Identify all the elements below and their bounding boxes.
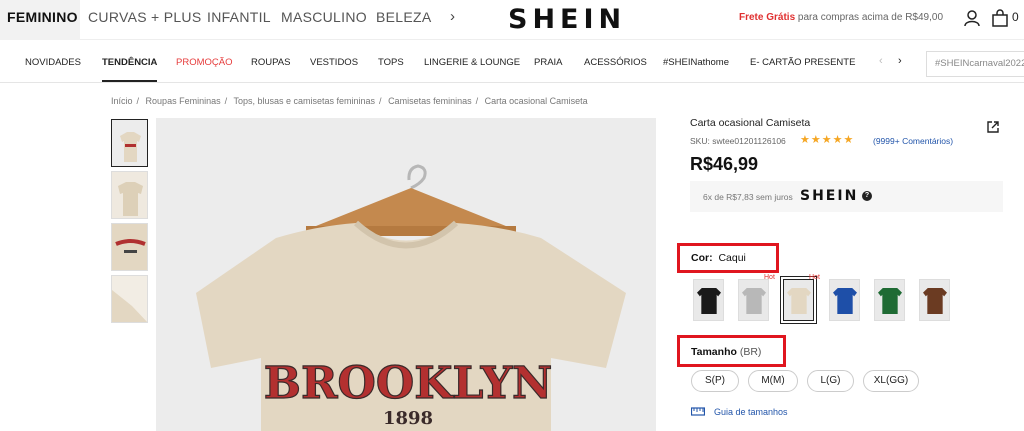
thumbnail-2[interactable] — [111, 171, 148, 219]
nav-roupas[interactable]: ROUPAS — [251, 57, 290, 68]
reviews-link[interactable]: (9999+ Comentários) — [873, 136, 953, 146]
chevron-right-icon[interactable]: › — [450, 8, 455, 25]
color-swatch-verde[interactable] — [874, 279, 905, 321]
nav-tendencia[interactable]: TENDÊNCIA — [102, 57, 158, 82]
shirt-icon — [742, 288, 766, 314]
installment-shein-logo: SHEIN — [800, 188, 859, 204]
color-swatch-cinza[interactable] — [738, 279, 769, 321]
rating-stars: ★★★★★ — [800, 134, 855, 146]
hot-badge: Hot — [764, 274, 775, 281]
size-guide-link[interactable]: Guia de tamanhos — [714, 407, 788, 417]
bag-icon[interactable] — [991, 9, 1009, 27]
breadcrumb-tops-blusas[interactable]: Tops, blusas e camisetas femininas — [233, 96, 375, 106]
shirt-icon — [923, 288, 947, 314]
size-option-mm[interactable]: M(M) — [748, 370, 798, 392]
nav-left-arrow-icon[interactable]: ‹ — [879, 55, 883, 67]
color-swatch-azul[interactable] — [829, 279, 860, 321]
nav-promocao[interactable]: PROMOÇÃO — [176, 57, 232, 68]
category-beleza[interactable]: BELEZA — [376, 9, 432, 25]
breadcrumb: Início / Roupas Femininas / Tops, blusas e… — [111, 96, 588, 106]
ruler-icon[interactable] — [691, 406, 705, 416]
thumbnail-1[interactable] — [111, 119, 148, 167]
color-label-row: Cor: Caqui — [691, 252, 746, 264]
breadcrumb-roupas-femininas[interactable]: Roupas Femininas — [146, 96, 221, 106]
nav-sheinathome[interactable]: #SHEINathome — [663, 57, 729, 68]
installment-box: 6x de R$7,83 sem juros SHEIN ? — [690, 181, 1003, 212]
shein-logo[interactable]: SHEIN — [508, 4, 626, 35]
category-feminino[interactable]: FEMININO — [7, 9, 78, 25]
nav-vestidos[interactable]: VESTIDOS — [310, 57, 358, 68]
shipping-text: para compras acima de R$49,00 — [797, 12, 943, 23]
shirt-icon — [697, 288, 721, 314]
help-icon[interactable]: ? — [862, 191, 872, 201]
print-year-text: 1898 — [383, 408, 433, 429]
nav-praia[interactable]: PRAIA — [534, 57, 563, 68]
shipping-banner: Frete Grátis para compras acima de R$49,… — [739, 12, 943, 23]
user-icon[interactable] — [963, 9, 981, 27]
thumbnail-4[interactable] — [111, 275, 148, 323]
color-swatch-marrom[interactable] — [919, 279, 950, 321]
product-price: R$46,99 — [690, 154, 759, 174]
category-masculino[interactable]: MASCULINO — [281, 9, 367, 25]
size-option-lg[interactable]: L(G) — [807, 370, 854, 392]
size-option-sp[interactable]: S(P) — [691, 370, 739, 392]
shipping-highlight: Frete Grátis — [739, 12, 796, 23]
thumbnail-3[interactable] — [111, 223, 148, 271]
top-bar: FEMININO CURVAS + PLUS INFANTIL MASCULIN… — [0, 0, 1024, 40]
search-input[interactable]: #SHEINcarnaval2022 — [926, 51, 1024, 77]
category-infantil[interactable]: INFANTIL — [207, 9, 271, 25]
size-unit: (BR) — [739, 346, 762, 358]
nav-tops[interactable]: TOPS — [378, 57, 404, 68]
nav-cartao-presente[interactable]: E- CARTÃO PRESENTE — [750, 57, 855, 68]
breadcrumb-current: Carta ocasional Camiseta — [484, 96, 588, 106]
product-sku: SKU: swtee01201126106 — [690, 136, 786, 146]
installment-text: 6x de R$7,83 sem juros — [703, 192, 793, 202]
product-main-image[interactable]: BROOKLYN 1898 — [156, 118, 656, 431]
print-brooklyn-text: BROOKLYN — [264, 358, 552, 409]
nav-acessorios[interactable]: ACESSÓRIOS — [584, 57, 647, 68]
shirt-icon — [787, 288, 811, 314]
color-label: Cor: — [691, 252, 713, 264]
cart-count: 0 — [1012, 10, 1019, 24]
nav-novidades[interactable]: NOVIDADES — [25, 57, 81, 68]
shirt-icon — [833, 288, 857, 314]
nav-lingerie-lounge[interactable]: LINGERIE & LOUNGE — [424, 57, 520, 68]
breadcrumb-inicio[interactable]: Início — [111, 96, 133, 106]
category-curvas-plus[interactable]: CURVAS + PLUS — [88, 9, 201, 25]
color-value: Caqui — [718, 252, 746, 264]
size-label: Tamanho — [691, 346, 737, 358]
share-icon[interactable] — [986, 120, 1000, 134]
nav-right-arrow-icon[interactable]: › — [898, 55, 902, 67]
breadcrumb-camisetas[interactable]: Camisetas femininas — [388, 96, 472, 106]
color-swatch-preto[interactable] — [693, 279, 724, 321]
size-option-xlgg[interactable]: XL(GG) — [863, 370, 919, 392]
size-label-row: Tamanho (BR) — [691, 346, 761, 358]
main-nav: NOVIDADES TENDÊNCIA PROMOÇÃO ROUPAS VEST… — [0, 45, 1024, 83]
color-swatch-caqui[interactable] — [780, 276, 817, 324]
product-title: Carta ocasional Camiseta — [690, 117, 811, 129]
hot-badge: Hot — [809, 274, 820, 281]
shirt-icon — [878, 288, 902, 314]
